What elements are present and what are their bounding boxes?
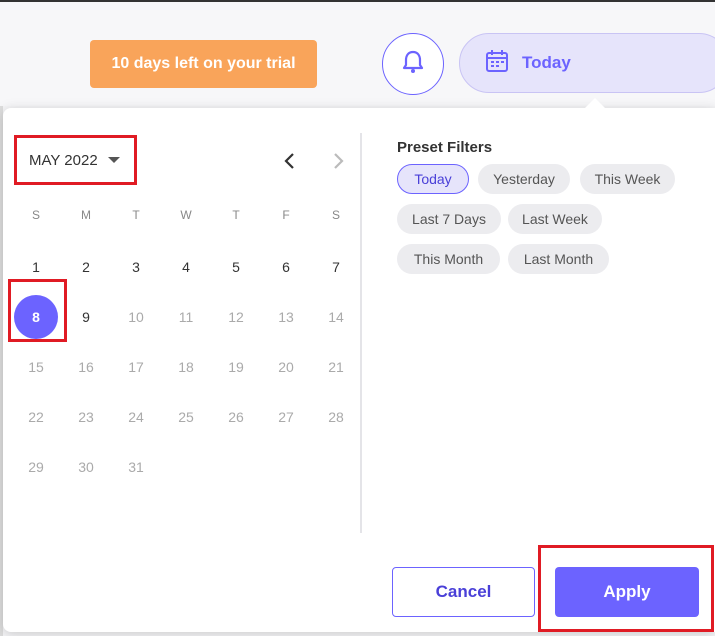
weekday: S	[31, 208, 40, 222]
calendar-day[interactable]: 29	[11, 442, 61, 492]
calendar-day[interactable]: 25	[161, 392, 211, 442]
preset-last-week[interactable]: Last Week	[508, 204, 602, 234]
calendar-day[interactable]: 12	[211, 292, 261, 342]
date-picker-panel: MAY 2022 S M T W T F S 1 2 3 4 5 6 7 8 9 10 11 12 13…	[3, 108, 715, 632]
weekday: M	[81, 208, 91, 222]
calendar-day[interactable]: 18	[161, 342, 211, 392]
weekday: T	[132, 208, 140, 222]
calendar-week-row: 1234567	[11, 242, 361, 292]
calendar-day[interactable]: 9	[61, 292, 111, 342]
caret-down-icon	[107, 157, 120, 163]
calendar-day[interactable]: 11	[161, 292, 211, 342]
preset-last-7-days[interactable]: Last 7 Days	[397, 204, 501, 234]
next-month-button[interactable]	[329, 151, 349, 171]
calendar-day[interactable]: 31	[111, 442, 161, 492]
calendar-week-row: 22 23 24 25 26 27 28	[11, 392, 361, 442]
calendar-day[interactable]: 4	[161, 242, 211, 292]
calendar-week-row: 15 16 17 18 19 20 21	[11, 342, 361, 392]
calendar-day[interactable]: 14	[311, 292, 361, 342]
calendar-day[interactable]: 13	[261, 292, 311, 342]
preset-this-month[interactable]: This Month	[397, 244, 500, 274]
calendar-day[interactable]: 7	[311, 242, 361, 292]
cancel-button[interactable]: Cancel	[392, 567, 535, 617]
calendar-day[interactable]: 24	[111, 392, 161, 442]
notifications-button[interactable]	[382, 33, 444, 95]
calendar-week-row: 8 9 10 11 12 13 14	[11, 292, 361, 342]
selected-day: 8	[14, 295, 58, 339]
weekday: W	[180, 208, 192, 222]
calendar-day[interactable]: 10	[111, 292, 161, 342]
panel-divider	[360, 133, 362, 533]
calendar-day[interactable]: 26	[211, 392, 261, 442]
calendar-week-row: 29 30 31	[11, 442, 361, 492]
weekday-header: S M T W T F S	[11, 190, 361, 240]
weekday: S	[331, 208, 340, 222]
calendar-day[interactable]: 22	[11, 392, 61, 442]
calendar-day[interactable]: 2	[61, 242, 111, 292]
bell-icon	[401, 49, 425, 80]
calendar-day[interactable]: 30	[61, 442, 111, 492]
date-range-button[interactable]: Today	[459, 33, 715, 93]
weekday: T	[232, 208, 240, 222]
calendar-day[interactable]: 27	[261, 392, 311, 442]
calendar-day[interactable]: 20	[261, 342, 311, 392]
preset-last-month[interactable]: Last Month	[508, 244, 609, 274]
preset-today[interactable]: Today	[397, 164, 469, 194]
preset-this-week[interactable]: This Week	[580, 164, 675, 194]
trial-banner[interactable]: 10 days left on your trial	[90, 40, 317, 88]
calendar-day[interactable]: 23	[61, 392, 111, 442]
calendar-day[interactable]: 8	[11, 292, 61, 342]
calendar-day[interactable]: 16	[61, 342, 111, 392]
calendar-day[interactable]: 17	[111, 342, 161, 392]
calendar-day[interactable]: 5	[211, 242, 261, 292]
preset-filters-title: Preset Filters	[397, 139, 493, 156]
calendar-icon	[484, 48, 510, 79]
calendar-day[interactable]: 28	[311, 392, 361, 442]
panel-pointer	[584, 98, 606, 109]
calendar-day[interactable]: 6	[261, 242, 311, 292]
month-label: MAY 2022	[29, 151, 98, 169]
calendar-day[interactable]: 15	[11, 342, 61, 392]
preset-yesterday[interactable]: Yesterday	[478, 164, 570, 194]
date-range-label: Today	[522, 53, 571, 72]
prev-month-button[interactable]	[279, 151, 299, 171]
chevron-left-icon	[284, 153, 294, 169]
apply-button[interactable]: Apply	[555, 567, 699, 617]
calendar-day[interactable]: 3	[111, 242, 161, 292]
calendar-day[interactable]: 19	[211, 342, 261, 392]
month-select[interactable]: MAY 2022	[14, 135, 137, 185]
chevron-right-icon	[334, 153, 344, 169]
calendar-day[interactable]: 1	[11, 242, 61, 292]
weekday: F	[282, 208, 290, 222]
calendar-day[interactable]: 21	[311, 342, 361, 392]
